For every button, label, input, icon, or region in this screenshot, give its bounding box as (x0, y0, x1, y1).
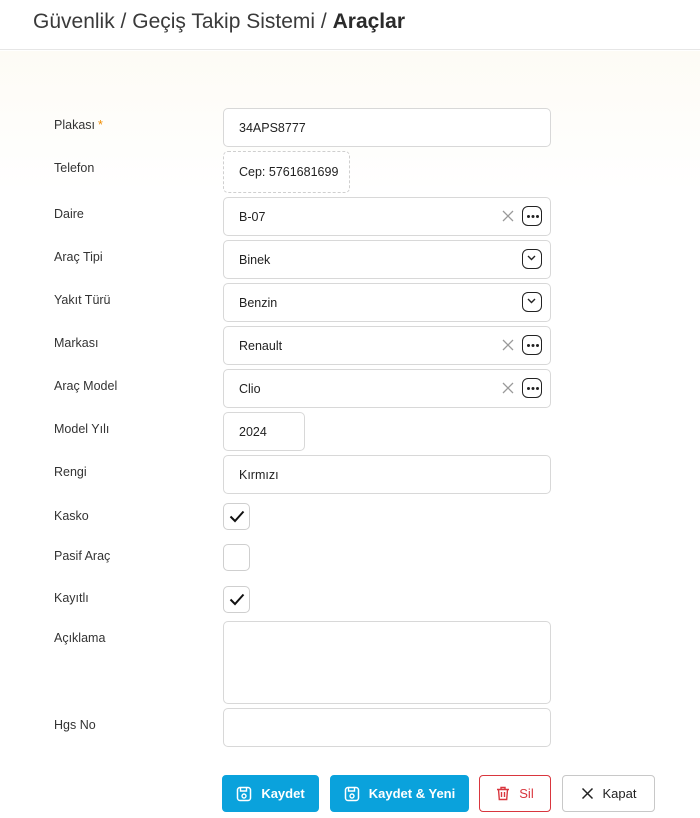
required-mark: * (98, 118, 103, 132)
kasko-label: Kasko (54, 509, 89, 523)
close-button-label: Kapat (602, 786, 637, 801)
aciklama-label: Açıklama (54, 631, 106, 645)
daire-value: B-07 (239, 210, 266, 224)
pasif-arac-checkbox[interactable] (223, 544, 250, 571)
delete-button-label: Sil (519, 786, 534, 801)
delete-button[interactable]: Sil (479, 775, 551, 812)
save-disk-icon (237, 786, 252, 801)
page-title: Araçlar (332, 10, 405, 33)
aciklama-textarea[interactable] (223, 621, 551, 704)
kasko-checkbox[interactable] (223, 503, 250, 530)
yakit-turu-select[interactable]: Benzin (223, 283, 551, 322)
hgs-no-input[interactable] (223, 708, 551, 747)
breadcrumb-item-gecis[interactable]: Geçiş Takip Sistemi (132, 10, 315, 33)
breadcrumb-separator: / (120, 10, 127, 33)
breadcrumb: Güvenlik / Geçiş Takip Sistemi / Araçlar (33, 10, 405, 34)
telefon-label: Telefon (54, 161, 95, 175)
checkmark-icon (229, 593, 245, 606)
breadcrumb-item-guvenlik[interactable]: Güvenlik (33, 10, 115, 33)
plaka-label: Plakası * (54, 118, 103, 132)
yakit-turu-label: Yakıt Türü (54, 293, 111, 307)
page-header: Güvenlik / Geçiş Takip Sistemi / Araçlar (0, 0, 700, 50)
trash-icon (497, 786, 510, 801)
daire-label: Daire (54, 207, 84, 221)
more-dots-icon[interactable] (522, 378, 542, 398)
kayitli-label: Kayıtlı (54, 591, 89, 605)
close-button[interactable]: Kapat (562, 775, 655, 812)
rengi-value: Kırmızı (239, 468, 279, 482)
markasi-value: Renault (239, 339, 283, 353)
arac-model-value: Clio (239, 382, 261, 396)
clear-x-icon[interactable] (501, 209, 515, 223)
rengi-label: Rengi (54, 465, 87, 479)
clear-x-icon[interactable] (501, 381, 515, 395)
save-button-label: Kaydet (261, 786, 305, 801)
save-button[interactable]: Kaydet (222, 775, 319, 812)
arac-tipi-label: Araç Tipi (54, 250, 103, 264)
hgs-no-label: Hgs No (54, 718, 96, 732)
chevron-down-icon[interactable] (522, 292, 542, 312)
save-and-new-button[interactable]: Kaydet & Yeni (330, 775, 469, 812)
rengi-input[interactable]: Kırmızı (223, 455, 551, 494)
daire-lookup[interactable]: B-07 (223, 197, 551, 236)
arac-model-label: Araç Model (54, 379, 118, 393)
arac-tipi-select[interactable]: Binek (223, 240, 551, 279)
telefon-value: Cep: 5761681699 (239, 165, 339, 179)
arac-tipi-value: Binek (239, 253, 271, 267)
save-disk-icon (344, 786, 360, 801)
chevron-down-icon[interactable] (522, 249, 542, 269)
close-x-icon (581, 787, 593, 800)
more-dots-icon[interactable] (522, 335, 542, 355)
yakit-turu-value: Benzin (239, 296, 278, 310)
plaka-input[interactable]: 34APS8777 (223, 108, 551, 147)
pasif-arac-label: Pasif Araç (54, 549, 111, 563)
model-yili-label: Model Yılı (54, 422, 110, 436)
plaka-value: 34APS8777 (239, 121, 306, 135)
model-yili-input[interactable]: 2024 (223, 412, 305, 451)
checkmark-icon (229, 510, 245, 523)
clear-x-icon[interactable] (501, 338, 515, 352)
more-dots-icon[interactable] (522, 206, 542, 226)
markasi-lookup[interactable]: Renault (223, 326, 551, 365)
save-and-new-button-label: Kaydet & Yeni (368, 786, 456, 801)
markasi-label: Markası (54, 336, 99, 350)
model-yili-value: 2024 (239, 425, 267, 439)
kayitli-checkbox[interactable] (223, 586, 250, 613)
breadcrumb-separator: / (320, 10, 327, 33)
telefon-chip[interactable]: Cep: 5761681699 (223, 151, 350, 193)
arac-model-lookup[interactable]: Clio (223, 369, 551, 408)
